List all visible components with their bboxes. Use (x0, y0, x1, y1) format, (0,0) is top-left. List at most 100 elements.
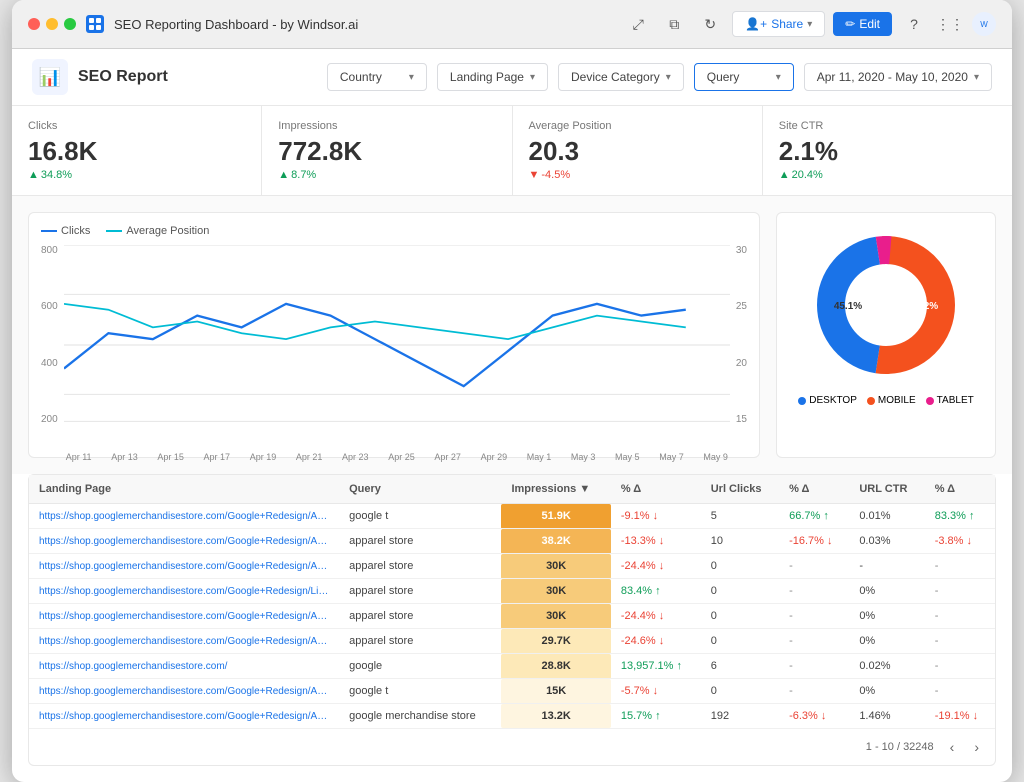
grid-icon[interactable]: ⋮⋮ (936, 10, 964, 38)
col-imp-pct: % Δ (611, 475, 701, 504)
cell-imp-pct: -13.3% ↓ (611, 529, 701, 554)
cell-query: google t (339, 504, 501, 529)
cell-url-ctr: 0% (849, 604, 924, 629)
chart-canvas: Apr 11 Apr 13 Apr 15 Apr 17 Apr 19 Apr 2… (64, 245, 730, 445)
fullscreen-icon[interactable]: ⤢ (624, 10, 652, 38)
cell-impressions: 13.2K (501, 704, 610, 729)
prev-page-button[interactable]: ‹ (946, 737, 959, 757)
chart-legend: Clicks Average Position (41, 225, 747, 237)
edit-button[interactable]: ✏ Edit (833, 12, 892, 36)
app-window: SEO Reporting Dashboard - by Windsor.ai … (12, 0, 1012, 782)
donut-chart-svg: 45.1% 52.2% (806, 225, 966, 385)
table-footer: 1 - 10 / 32248 ‹ › (29, 728, 995, 765)
help-icon[interactable]: ? (900, 10, 928, 38)
cell-landing-page: https://shop.googlemerchandisestore.com/… (29, 529, 339, 554)
minimize-button[interactable] (46, 18, 58, 30)
cell-clicks-pct: - (779, 604, 849, 629)
cell-ctr-pct: - (925, 629, 995, 654)
cell-query: apparel store (339, 529, 501, 554)
cell-url-ctr: - (849, 554, 924, 579)
col-impressions[interactable]: Impressions ▼ (501, 475, 610, 504)
svg-text:45.1%: 45.1% (834, 301, 862, 312)
cell-url-clicks: 192 (701, 704, 779, 729)
cell-ctr-pct: - (925, 579, 995, 604)
legend-tablet: TABLET (926, 395, 974, 406)
close-button[interactable] (28, 18, 40, 30)
kpi-clicks: Clicks 16.8K ▲ 34.8% (12, 106, 262, 195)
cell-clicks-pct: - (779, 554, 849, 579)
up-arrow-icon: ▲ (278, 169, 289, 181)
legend-clicks: Clicks (41, 225, 90, 237)
cell-impressions: 28.8K (501, 654, 610, 679)
avatar[interactable]: W (972, 12, 996, 36)
pagination-info: 1 - 10 / 32248 (866, 741, 934, 753)
country-filter[interactable]: Country ▾ (327, 63, 427, 91)
cell-url-ctr: 0.02% (849, 654, 924, 679)
share-icon: 👤+ (745, 17, 767, 31)
refresh-icon[interactable]: ↻ (696, 10, 724, 38)
landing-page-filter[interactable]: Landing Page ▾ (437, 63, 548, 91)
kpi-clicks-value: 16.8K (28, 136, 245, 167)
kpi-row: Clicks 16.8K ▲ 34.8% Impressions 772.8K … (12, 106, 1012, 196)
cell-impressions: 29.7K (501, 629, 610, 654)
chevron-down-icon: ▾ (807, 19, 812, 30)
kpi-site-ctr-change: ▲ 20.4% (779, 169, 996, 181)
up-arrow-icon: ▲ (28, 169, 39, 181)
cell-url-ctr: 0% (849, 679, 924, 704)
donut-chart-container: 45.1% 52.2% DESKTOP MOBILE TABLET (776, 212, 996, 458)
cell-ctr-pct: - (925, 604, 995, 629)
date-range-filter[interactable]: Apr 11, 2020 - May 10, 2020 ▾ (804, 63, 992, 91)
cell-impressions: 30K (501, 554, 610, 579)
cell-url-clicks: 0 (701, 554, 779, 579)
x-axis: Apr 11 Apr 13 Apr 15 Apr 17 Apr 19 Apr 2… (64, 452, 730, 462)
cell-landing-page: https://shop.googlemerchandisestore.com/… (29, 629, 339, 654)
copy-icon[interactable]: ⧉ (660, 10, 688, 38)
data-table: Landing Page Query Impressions ▼ % Δ Url… (29, 475, 995, 728)
cell-landing-page: https://shop.googlemerchandisestore.com/ (29, 654, 339, 679)
device-category-filter[interactable]: Device Category ▾ (558, 63, 684, 91)
titlebar-actions: ⤢ ⧉ ↻ 👤+ Share ▾ ✏ Edit ? ⋮⋮ W (624, 10, 996, 38)
filterbar: 📊 SEO Report Country ▾ Landing Page ▾ De… (12, 49, 1012, 106)
cell-query: google (339, 654, 501, 679)
kpi-avg-position-label: Average Position (529, 120, 746, 132)
cell-imp-pct: -24.4% ↓ (611, 604, 701, 629)
cell-impressions: 30K (501, 579, 610, 604)
clicks-legend-line (41, 230, 57, 232)
table-row: https://shop.googlemerchandisestore.com/… (29, 704, 995, 729)
table-row: https://shop.googlemerchandisestore.com/… (29, 654, 995, 679)
table-row: https://shop.googlemerchandisestore.com/… (29, 554, 995, 579)
y-axis-right: 30 25 20 15 (730, 245, 747, 445)
kpi-site-ctr-label: Site CTR (779, 120, 996, 132)
chevron-down-icon: ▾ (409, 72, 414, 83)
cell-imp-pct: -24.6% ↓ (611, 629, 701, 654)
cell-impressions: 30K (501, 604, 610, 629)
chevron-down-icon: ▾ (776, 72, 781, 83)
cell-imp-pct: -9.1% ↓ (611, 504, 701, 529)
cell-url-clicks: 0 (701, 604, 779, 629)
next-page-button[interactable]: › (970, 737, 983, 757)
share-button[interactable]: 👤+ Share ▾ (732, 11, 825, 37)
col-ctr-pct: % Δ (925, 475, 995, 504)
cell-query: apparel store (339, 604, 501, 629)
cell-query: google merchandise store (339, 704, 501, 729)
cell-clicks-pct: -16.7% ↓ (779, 529, 849, 554)
legend-desktop: DESKTOP (798, 395, 857, 406)
col-url-ctr: URL CTR (849, 475, 924, 504)
query-filter[interactable]: Query ▾ (694, 63, 794, 91)
tablet-dot (926, 397, 934, 405)
cell-url-clicks: 6 (701, 654, 779, 679)
table-row: https://shop.googlemerchandisestore.com/… (29, 629, 995, 654)
chart-wrapper: 800 600 400 200 (41, 245, 747, 445)
cell-imp-pct: -5.7% ↓ (611, 679, 701, 704)
kpi-avg-position: Average Position 20.3 ▼ -4.5% (513, 106, 763, 195)
chart-svg (64, 245, 730, 445)
edit-icon: ✏ (845, 17, 855, 31)
maximize-button[interactable] (64, 18, 76, 30)
window-title: SEO Reporting Dashboard - by Windsor.ai (114, 17, 614, 32)
kpi-site-ctr-value: 2.1% (779, 136, 996, 167)
cell-ctr-pct: - (925, 654, 995, 679)
legend-avg-position: Average Position (106, 225, 209, 237)
col-landing-page: Landing Page (29, 475, 339, 504)
donut-legend: DESKTOP MOBILE TABLET (798, 395, 973, 406)
table-row: https://shop.googlemerchandisestore.com/… (29, 504, 995, 529)
